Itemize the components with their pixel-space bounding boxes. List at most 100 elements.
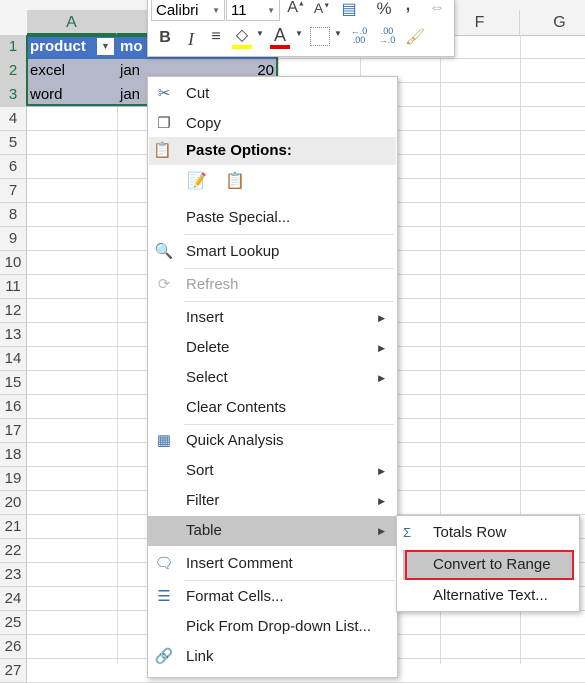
comma-icon[interactable]: , — [400, 0, 416, 15]
menu-item-table[interactable]: Table ▶ — [148, 516, 397, 546]
increase-font-icon[interactable]: A▲ — [286, 0, 306, 17]
bold-icon[interactable]: B — [156, 29, 174, 47]
menu-item-pick-list[interactable]: Pick From Drop-down List... — [148, 612, 397, 642]
menu-label: Copy — [186, 115, 222, 132]
row-header-13[interactable]: 13 — [0, 323, 27, 347]
row-header-24[interactable]: 24 — [0, 587, 27, 611]
font-size: 11 — [231, 2, 247, 19]
chevron-right-icon: ▶ — [378, 466, 385, 476]
menu-label: Alternative Text... — [433, 587, 548, 604]
menu-label: Table — [186, 522, 222, 539]
merge-icon[interactable]: ⇔ — [426, 0, 448, 17]
menu-item-clear-contents[interactable]: Clear Contents — [148, 393, 397, 423]
font-color-dropdown[interactable]: ▼ — [295, 29, 303, 38]
row-header-12[interactable]: 12 — [0, 299, 27, 323]
menu-label: Insert Comment — [186, 555, 293, 572]
copy-icon: ❐ — [157, 115, 171, 132]
accounting-format-icon[interactable]: ▤ — [336, 0, 362, 19]
menu-item-select[interactable]: Select ▶ — [148, 363, 397, 393]
row-header-25[interactable]: 25 — [0, 611, 27, 635]
menu-label: Refresh — [186, 276, 239, 293]
borders-dropdown[interactable]: ▼ — [334, 29, 342, 38]
menu-item-paste-special[interactable]: Paste Special... — [148, 203, 397, 233]
mini-toolbar: Calibri ▼ 11 ▼ A▲ A▼ ▤ % , ⇔ B I ≡ ◇ ▼ A ▼… — [147, 0, 455, 57]
menu-item-format-cells[interactable]: ☰ Format Cells... — [148, 582, 397, 612]
menu-label: Insert — [186, 309, 224, 326]
font-name-dropdown[interactable]: Calibri ▼ — [151, 0, 225, 21]
separator — [184, 268, 394, 269]
row-header-19[interactable]: 19 — [0, 467, 27, 491]
row-header-7[interactable]: 7 — [0, 179, 27, 203]
chevron-right-icon: ▶ — [378, 373, 385, 383]
menu-item-filter[interactable]: Filter ▶ — [148, 486, 397, 516]
row-header-21[interactable]: 21 — [0, 515, 27, 539]
submenu-item-totals-row[interactable]: Σ Totals Row — [397, 518, 579, 548]
row-header-8[interactable]: 8 — [0, 203, 27, 227]
paste-values-icon[interactable]: 📋 — [224, 171, 246, 191]
menu-item-link[interactable]: 🔗 Link — [148, 642, 397, 672]
menu-item-copy[interactable]: ❐ Copy — [148, 109, 397, 139]
chevron-right-icon: ▶ — [378, 343, 385, 353]
row-header-11[interactable]: 11 — [0, 275, 27, 299]
select-all-button[interactable] — [0, 10, 28, 35]
format-painter-icon[interactable]: 🖌 — [404, 27, 426, 47]
row-header-5[interactable]: 5 — [0, 131, 27, 155]
row-header-4[interactable]: 4 — [0, 107, 27, 131]
row-header-16[interactable]: 16 — [0, 395, 27, 419]
row-header-18[interactable]: 18 — [0, 443, 27, 467]
row-header-23[interactable]: 23 — [0, 563, 27, 587]
menu-item-insert-comment[interactable]: 🗨 Insert Comment — [148, 549, 397, 579]
row-header-14[interactable]: 14 — [0, 347, 27, 371]
menu-item-refresh[interactable]: ⟳ Refresh — [148, 270, 397, 300]
clipboard-icon: 📋 — [153, 142, 172, 159]
row-header-2[interactable]: 2 — [0, 59, 27, 83]
menu-item-sort[interactable]: Sort ▶ — [148, 456, 397, 486]
scissors-icon: ✂ — [157, 85, 171, 102]
format-cells-icon: ☰ — [157, 588, 171, 605]
row-header-22[interactable]: 22 — [0, 539, 27, 563]
row-header-10[interactable]: 10 — [0, 251, 27, 275]
row-header-3[interactable]: 3 — [0, 83, 27, 107]
column-header-g[interactable]: G — [520, 10, 585, 35]
menu-label: Clear Contents — [186, 399, 287, 416]
paste-options-header: 📋 Paste Options: — [149, 137, 396, 165]
table-submenu: Σ Totals Row Convert to Range Alternative… — [396, 515, 580, 612]
menu-label: Smart Lookup — [186, 243, 280, 260]
menu-label: Sort — [186, 462, 214, 479]
separator — [184, 301, 394, 302]
refresh-icon: ⟳ — [157, 276, 171, 293]
font-size-dropdown[interactable]: 11 ▼ — [226, 0, 280, 21]
row-header-15[interactable]: 15 — [0, 371, 27, 395]
row-header-6[interactable]: 6 — [0, 155, 27, 179]
italic-icon[interactable]: I — [182, 29, 200, 50]
context-menu: ✂ Cut ❐ Copy 📋 Paste Options: 📝 📋 Paste Spe… — [147, 76, 398, 678]
fill-color-icon[interactable]: ◇ — [232, 25, 252, 49]
menu-item-quick-analysis[interactable]: ▦ Quick Analysis — [148, 426, 397, 456]
font-color-icon[interactable]: A — [270, 25, 290, 49]
menu-label: Totals Row — [433, 524, 507, 541]
row-header-26[interactable]: 26 — [0, 635, 27, 659]
row-header-20[interactable]: 20 — [0, 491, 27, 515]
search-icon: 🔍 — [154, 243, 174, 260]
menu-item-cut[interactable]: ✂ Cut — [148, 79, 397, 109]
submenu-item-alternative-text[interactable]: Alternative Text... — [397, 581, 579, 611]
paste-keep-formatting-icon[interactable]: 📝 — [186, 171, 208, 191]
percent-icon[interactable]: % — [374, 0, 394, 19]
menu-item-smart-lookup[interactable]: 🔍 Smart Lookup — [148, 237, 397, 267]
decrease-decimal-icon[interactable]: .00 →.0 — [376, 27, 398, 45]
link-icon: 🔗 — [154, 648, 174, 665]
menu-item-insert[interactable]: Insert ▶ — [148, 303, 397, 333]
menu-label: Cut — [186, 85, 210, 102]
row-header-9[interactable]: 9 — [0, 227, 27, 251]
row-header-1[interactable]: 1 — [0, 35, 27, 59]
center-icon[interactable]: ≡ — [206, 28, 226, 46]
menu-label: Paste Options: — [186, 142, 292, 159]
row-header-17[interactable]: 17 — [0, 419, 27, 443]
menu-item-delete[interactable]: Delete ▶ — [148, 333, 397, 363]
row-header-27[interactable]: 27 — [0, 659, 27, 683]
increase-decimal-icon[interactable]: ←.0.00 — [348, 27, 370, 45]
column-header-a[interactable]: A — [27, 10, 117, 35]
decrease-font-icon[interactable]: A▼ — [312, 0, 332, 16]
fill-color-dropdown[interactable]: ▼ — [256, 29, 264, 38]
borders-icon[interactable] — [310, 27, 330, 46]
